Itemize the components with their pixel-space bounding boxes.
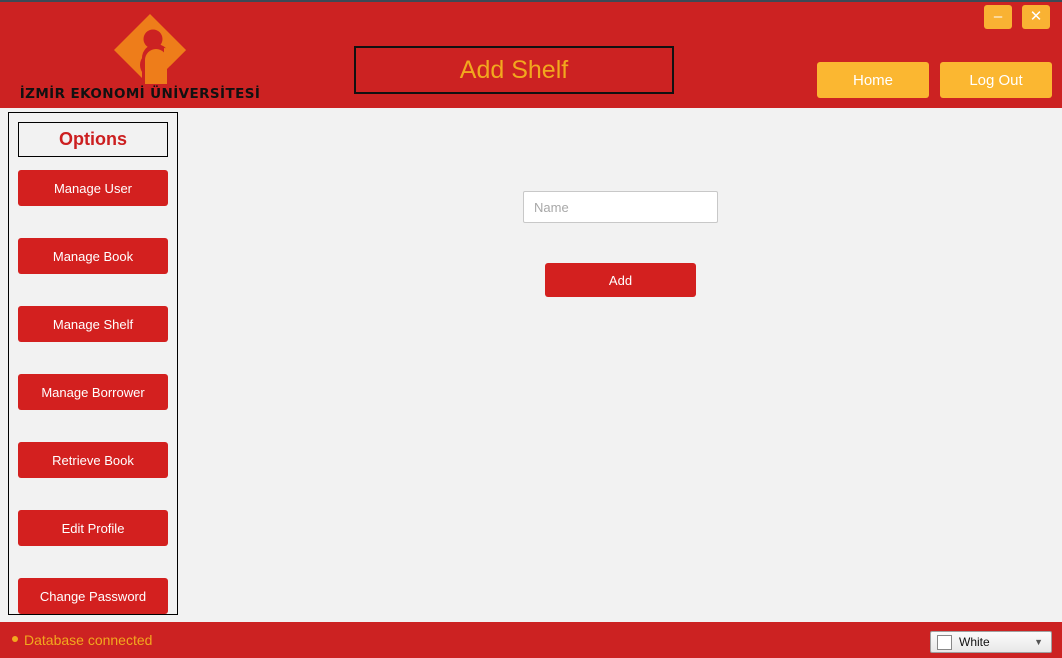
izmir-ekonomi-diamond-logo-icon: [112, 12, 188, 88]
page-title-box: Add Shelf: [354, 46, 674, 94]
sidebar-options-header: Options: [18, 122, 168, 157]
chevron-down-icon: ▼: [1034, 637, 1043, 647]
application-window: İZMİR EKONOMİ ÜNİVERSİTESİ Add Shelf Hom…: [0, 2, 1062, 658]
university-logo: İZMİR EKONOMİ ÜNİVERSİTESİ: [14, 10, 266, 102]
status-bar: Database connected White ▼: [0, 622, 1062, 658]
sidebar-item-retrieve-book[interactable]: Retrieve Book: [18, 442, 168, 478]
sidebar-item-change-password[interactable]: Change Password: [18, 578, 168, 614]
database-status: Database connected: [12, 632, 152, 648]
theme-color-swatch-icon: [937, 634, 952, 650]
main-content-area: Add: [180, 108, 1062, 622]
theme-select-label: White: [959, 635, 990, 649]
page-title: Add Shelf: [459, 55, 569, 84]
database-status-label: Database connected: [24, 632, 153, 648]
sidebar-item-manage-borrower[interactable]: Manage Borrower: [18, 374, 168, 410]
sidebar-item-manage-user[interactable]: Manage User: [18, 170, 168, 206]
close-icon[interactable]: ✕: [1022, 5, 1050, 29]
add-shelf-button[interactable]: Add: [545, 263, 696, 297]
app-header: İZMİR EKONOMİ ÜNİVERSİTESİ Add Shelf Hom…: [0, 2, 1062, 108]
theme-select-dropdown[interactable]: White ▼: [930, 631, 1052, 653]
sidebar-item-edit-profile[interactable]: Edit Profile: [18, 510, 168, 546]
sidebar-title: Options: [59, 129, 127, 149]
minimize-icon[interactable]: –: [984, 5, 1012, 29]
logout-button[interactable]: Log Out: [940, 62, 1052, 98]
sidebar-item-manage-book[interactable]: Manage Book: [18, 238, 168, 274]
sidebar-panel: Options Manage User Manage Book Manage S…: [8, 112, 178, 615]
shelf-name-input[interactable]: [523, 191, 718, 223]
status-indicator-dot: [12, 636, 18, 642]
university-logo-text: İZMİR EKONOMİ ÜNİVERSİTESİ: [19, 86, 261, 102]
home-button[interactable]: Home: [817, 62, 929, 98]
sidebar-item-manage-shelf[interactable]: Manage Shelf: [18, 306, 168, 342]
